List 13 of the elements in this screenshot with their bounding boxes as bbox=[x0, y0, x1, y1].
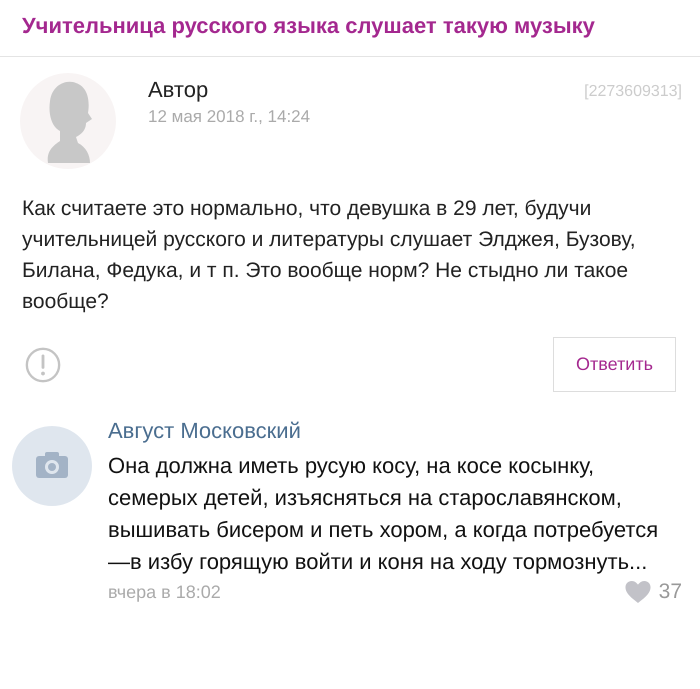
author-name: Автор bbox=[148, 77, 210, 103]
post-date: 12 мая 2018 г., 14:24 bbox=[148, 107, 310, 127]
camera-icon bbox=[12, 426, 92, 506]
commenter-name[interactable]: Август Московский bbox=[108, 418, 682, 444]
person-silhouette-icon bbox=[18, 71, 118, 171]
like-count: 37 bbox=[658, 580, 682, 604]
reply-button[interactable]: Ответить bbox=[553, 337, 676, 392]
post-title: Учительница русского языка слушает такую музыку bbox=[21, 12, 596, 40]
comment-time: вчера в 18:02 bbox=[108, 582, 221, 602]
report-icon[interactable] bbox=[24, 346, 62, 384]
comment-text: Она должна иметь русую косу, на косе косынку, семерых детей, изъясняться на старославянском, вышивать бисером и петь хором, а когда потребуется—в избу горящую войти и коня на ходу тормознуть... bbox=[108, 452, 660, 576]
question-text: Как считаете это нормально, что девушка в 29 лет, будучи учительницей русского и литературы слушает Элджея, Бузову, Билана, Федука, и т п. Это вообще норм? Не стыдно ли такое вообще? bbox=[22, 196, 637, 315]
heart-icon[interactable] bbox=[624, 580, 651, 604]
